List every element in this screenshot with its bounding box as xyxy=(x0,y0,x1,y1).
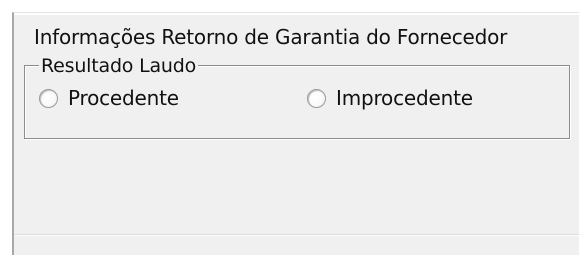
radio-label-improcedente: Improcedente xyxy=(336,86,473,110)
panel-top-edge xyxy=(14,13,579,15)
radio-improcedente[interactable]: Improcedente xyxy=(307,86,473,110)
warranty-return-panel: Informações Retorno de Garantia do Forne… xyxy=(12,12,579,255)
radio-label-procedente: Procedente xyxy=(68,86,179,110)
radio-circle-icon[interactable] xyxy=(39,88,58,108)
section-title: Informações Retorno de Garantia do Forne… xyxy=(34,25,508,49)
bottom-divider-highlight xyxy=(14,235,579,236)
radio-procedente[interactable]: Procedente xyxy=(39,86,179,110)
radio-circle-icon[interactable] xyxy=(307,88,326,108)
result-groupbox: Resultado Laudo Procedente Improcedente xyxy=(24,55,570,139)
groupbox-legend: Resultado Laudo xyxy=(39,55,199,77)
